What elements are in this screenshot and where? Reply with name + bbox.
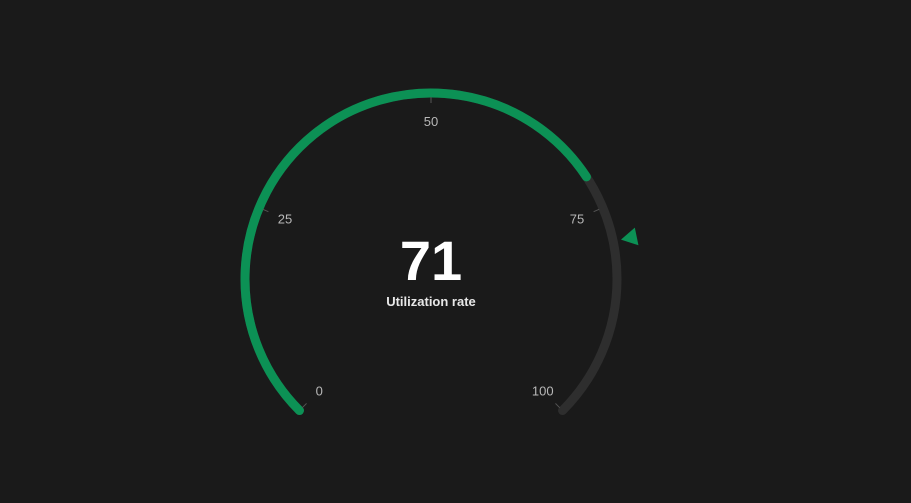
tick-label: 50 xyxy=(424,114,438,129)
tick-mark xyxy=(593,208,600,213)
gauge-value: 71 xyxy=(400,229,462,292)
gauge-caption: Utilization rate xyxy=(386,294,476,309)
gauge-chart: 0 25 50 75 100 71 Utilization rate xyxy=(0,0,911,503)
tick-label: 100 xyxy=(532,384,554,399)
gauge-svg: 0 25 50 75 100 71 Utilization rate xyxy=(240,88,639,416)
tick-mark xyxy=(301,403,307,409)
target-marker-icon xyxy=(620,227,639,246)
tick-mark xyxy=(262,208,269,213)
tick-label: 0 xyxy=(316,384,323,399)
tick-label: 25 xyxy=(278,212,292,227)
tick-mark xyxy=(555,403,561,409)
tick-label: 75 xyxy=(570,212,584,227)
